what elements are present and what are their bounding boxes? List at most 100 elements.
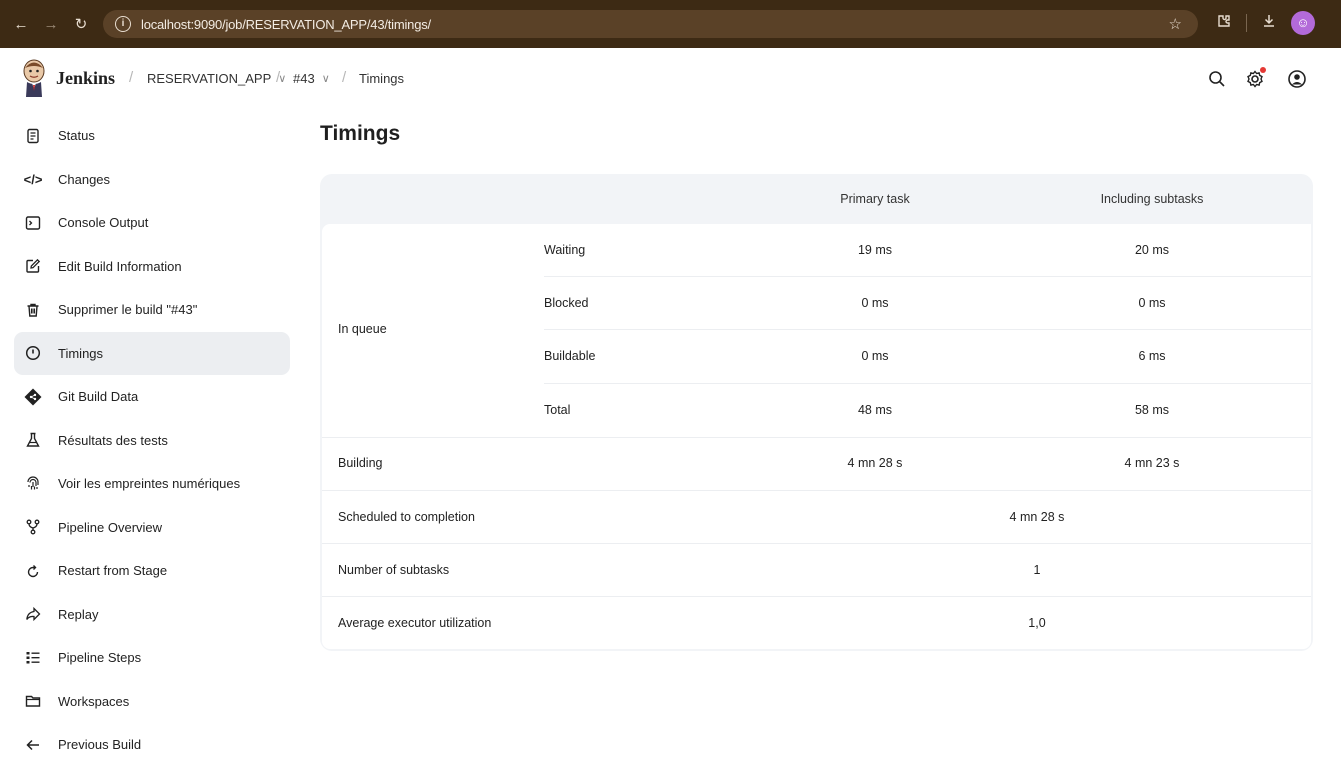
cell-blocked-primary: 0 ms <box>861 296 889 310</box>
sidebar-item-pipeline-overview[interactable]: Pipeline Overview <box>14 506 290 550</box>
cell-buildable-subtasks: 6 ms <box>1138 349 1166 363</box>
breadcrumb-job-label: RESERVATION_APP <box>147 71 272 86</box>
cell-building-subtasks: 4 mn 23 s <box>1124 456 1180 470</box>
sidebar-item-label: Timings <box>58 345 104 361</box>
sidebar-item-replay[interactable]: Replay <box>14 593 290 637</box>
cell-building-primary: 4 mn 28 s <box>847 456 903 470</box>
timings-table: Primary task Including subtasks In queue… <box>320 174 1313 651</box>
cell-total-subtasks: 58 ms <box>1134 403 1170 417</box>
profile-avatar-icon[interactable]: ☺ <box>1291 11 1315 35</box>
column-header-primary-task: Primary task <box>840 192 910 206</box>
row-label-waiting: Waiting <box>544 243 586 257</box>
sidebar-item-label: Pipeline Steps <box>58 650 142 666</box>
sidebar-item-label: Workspaces <box>58 693 130 709</box>
cell-waiting-primary: 19 ms <box>857 243 893 257</box>
sidebar-item-timings[interactable]: Timings <box>14 331 290 375</box>
breadcrumb-job[interactable]: RESERVATION_APP ∨ <box>147 71 286 86</box>
sidebar-item-label: Supprimer le build "#43" <box>58 302 198 318</box>
queue-subrows: Waiting 19 ms 20 ms Blocked 0 ms 0 ms Bu… <box>544 224 1311 437</box>
table-header: Primary task Including subtasks <box>320 174 1313 224</box>
sidebar-item-label: Edit Build Information <box>58 258 182 274</box>
settings-gear-icon[interactable] <box>1243 67 1267 91</box>
jenkins-logo-icon[interactable] <box>22 59 46 99</box>
cell-waiting-subtasks: 20 ms <box>1134 243 1170 257</box>
breadcrumb-timings[interactable]: Timings <box>359 71 404 86</box>
row-label-number-of-subtasks: Number of subtasks <box>338 563 450 577</box>
build-sidebar: Status </> Changes Console Output Edit B… <box>14 114 290 757</box>
sidebar-item-label: Previous Build <box>58 737 142 753</box>
sidebar-item-label: Git Build Data <box>58 389 139 405</box>
column-header-including-subtasks: Including subtasks <box>1100 192 1204 206</box>
sidebar-item-label: Replay <box>58 606 99 622</box>
jenkins-brand[interactable]: Jenkins <box>56 68 115 89</box>
cell-average-executor-utilization: 1,0 <box>1028 616 1046 630</box>
breadcrumb-timings-label: Timings <box>359 71 405 86</box>
sidebar-item-workspaces[interactable]: Workspaces <box>14 680 290 724</box>
sidebar-item-test-results[interactable]: Résultats des tests <box>14 419 290 463</box>
toolbar-divider <box>1246 14 1247 32</box>
sidebar-item-label: Status <box>58 128 95 144</box>
sidebar-item-git-build-data[interactable]: Git Build Data <box>14 375 290 419</box>
sidebar-item-label: Changes <box>58 171 111 187</box>
sidebar-item-console-output[interactable]: Console Output <box>14 201 290 245</box>
breadcrumb-build-label: #43 <box>293 71 315 86</box>
sidebar-item-pipeline-steps[interactable]: Pipeline Steps <box>14 636 290 680</box>
sidebar-item-label: Restart from Stage <box>58 563 168 579</box>
breadcrumb-build[interactable]: #43 ∨ <box>293 71 330 86</box>
table-body: In queue Waiting 19 ms 20 ms Blocked 0 m… <box>322 224 1311 649</box>
row-label-buildable: Buildable <box>544 349 596 363</box>
row-label-blocked: Blocked <box>544 296 589 310</box>
row-label-scheduled-to-completion: Scheduled to completion <box>338 510 475 524</box>
git-icon <box>24 388 42 406</box>
sidebar-item-changes[interactable]: </> Changes <box>14 158 290 202</box>
row-label-total: Total <box>544 403 571 417</box>
sidebar-item-delete-build[interactable]: Supprimer le build "#43" <box>14 288 290 332</box>
row-divider <box>322 543 1311 544</box>
extensions-icon[interactable] <box>1216 13 1232 33</box>
sidebar-item-label: Voir les empreintes numériques <box>58 476 241 492</box>
sidebar-item-fingerprints[interactable]: Voir les empreintes numériques <box>14 462 290 506</box>
clock-icon <box>24 344 42 362</box>
row-divider <box>544 383 1311 384</box>
breadcrumb-separator: / <box>342 69 347 86</box>
sidebar-item-restart-from-stage[interactable]: Restart from Stage <box>14 549 290 593</box>
cell-total-primary: 48 ms <box>857 403 893 417</box>
user-account-icon[interactable] <box>1285 67 1309 91</box>
folder-icon <box>24 692 42 710</box>
row-divider <box>322 596 1311 597</box>
row-label-average-executor-utilization: Average executor utilization <box>338 616 492 630</box>
document-icon <box>24 127 42 145</box>
reload-icon[interactable]: ↻ <box>70 15 92 33</box>
row-divider <box>544 276 1311 277</box>
page-title: Timings <box>320 122 401 145</box>
breadcrumb-separator: / <box>276 69 281 86</box>
cell-buildable-primary: 0 ms <box>861 349 889 363</box>
browser-toolbar: ← → ↻ i localhost:9090/job/RESERVATION_A… <box>0 0 1341 48</box>
bookmark-star-icon[interactable]: ☆ <box>1169 15 1182 33</box>
cell-number-of-subtasks: 1 <box>1033 563 1041 577</box>
trash-icon <box>24 301 42 319</box>
sidebar-item-status[interactable]: Status <box>14 114 290 158</box>
site-info-icon[interactable]: i <box>115 16 131 32</box>
cell-blocked-subtasks: 0 ms <box>1138 296 1166 310</box>
sidebar-item-label: Résultats des tests <box>58 432 168 448</box>
address-bar[interactable]: i localhost:9090/job/RESERVATION_APP/43/… <box>103 10 1198 38</box>
row-divider <box>322 490 1311 491</box>
notification-dot <box>1260 67 1266 73</box>
sidebar-item-previous-build[interactable]: Previous Build <box>14 723 290 757</box>
pipeline-icon <box>24 518 42 536</box>
jenkins-header: Jenkins / RESERVATION_APP ∨ / #43 ∨ / Ti… <box>0 48 1341 110</box>
sidebar-item-edit-build-information[interactable]: Edit Build Information <box>14 245 290 289</box>
sidebar-item-label: Pipeline Overview <box>58 519 163 535</box>
cell-scheduled-to-completion: 4 mn 28 s <box>1009 510 1065 524</box>
forward-arrow-icon[interactable]: → <box>40 16 62 33</box>
breadcrumb-separator: / <box>129 69 134 86</box>
fingerprint-icon <box>24 475 42 493</box>
back-arrow-icon[interactable]: ← <box>10 16 32 33</box>
search-icon[interactable] <box>1205 67 1229 91</box>
sidebar-item-label: Console Output <box>58 215 149 231</box>
chevron-down-icon[interactable]: ∨ <box>322 72 330 85</box>
url-text: localhost:9090/job/RESERVATION_APP/43/ti… <box>141 16 431 32</box>
row-label-building: Building <box>338 456 383 470</box>
download-icon[interactable] <box>1261 13 1277 33</box>
